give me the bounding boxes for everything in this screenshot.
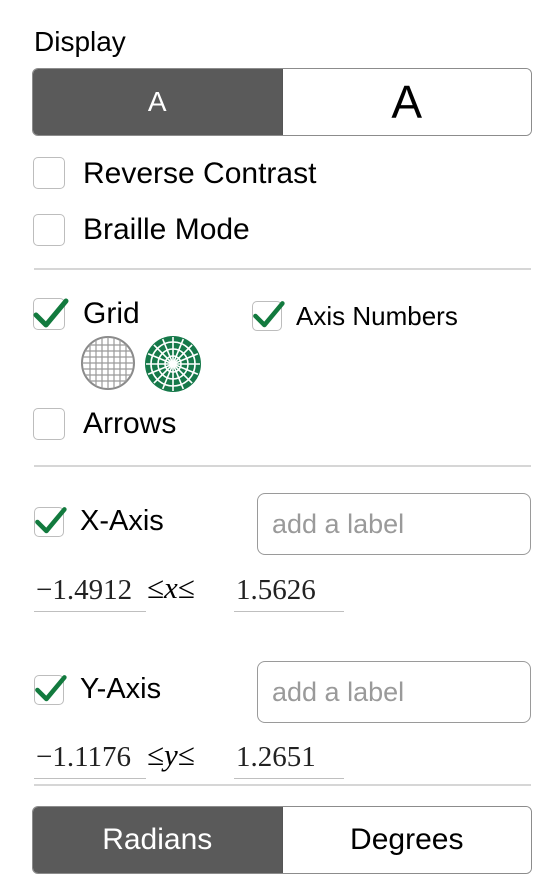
section-divider [34,784,531,786]
leq-symbol: ≤ [177,737,195,772]
checkmark-icon [35,675,67,702]
x-axis-label: X-Axis [80,505,164,537]
y-axis-min-field[interactable]: −1.1176 [34,735,146,779]
checkmark-icon [253,301,285,328]
angle-unit-toggle: Radians Degrees [32,806,532,874]
polar-grid-icon [145,336,201,392]
y-axis-checkbox[interactable] [34,675,67,705]
reverse-contrast-checkbox[interactable] [33,157,65,189]
braille-mode-label: Braille Mode [83,213,250,246]
arrows-checkbox[interactable] [33,408,65,440]
section-divider [34,268,531,270]
checkmark-icon [33,298,69,328]
x-axis-label-input[interactable] [257,493,531,555]
cartesian-grid-icon [81,336,135,390]
y-axis-label-input[interactable] [257,661,531,723]
x-axis-inequality: ≤x≤ [147,566,195,610]
leq-symbol: ≤ [147,737,165,772]
grid-checkbox[interactable] [33,298,69,330]
arrows-label: Arrows [83,407,177,440]
y-axis-max-field[interactable]: 1.2651 [234,735,344,779]
grid-label: Grid [83,297,140,330]
small-text-button[interactable]: A [33,69,282,135]
axis-numbers-checkbox[interactable] [252,301,285,331]
x-axis-checkbox[interactable] [34,507,67,537]
reverse-contrast-label: Reverse Contrast [83,157,317,190]
y-axis-label: Y-Axis [80,673,162,705]
x-axis-max-field[interactable]: 1.5626 [234,568,344,612]
x-variable: x [164,570,178,605]
leq-symbol: ≤ [177,570,195,605]
display-heading: Display [34,26,126,57]
x-axis-min-field[interactable]: −1.4912 [34,568,146,612]
section-divider [34,465,531,467]
leq-symbol: ≤ [147,570,165,605]
checkmark-icon [35,507,67,534]
braille-mode-checkbox[interactable] [33,214,65,246]
text-size-toggle: A A [32,68,532,136]
y-variable: y [164,737,178,772]
axis-numbers-label: Axis Numbers [296,301,458,331]
degrees-button[interactable]: Degrees [281,807,531,873]
large-text-button[interactable]: A [281,69,531,135]
polar-grid-option[interactable] [143,334,201,392]
cartesian-grid-option[interactable] [79,334,137,392]
y-axis-inequality: ≤y≤ [147,733,195,777]
radians-button[interactable]: Radians [33,807,282,873]
